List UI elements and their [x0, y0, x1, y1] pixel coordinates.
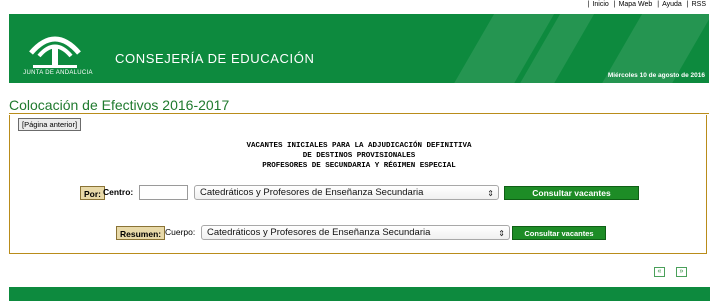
centro-label: Centro:	[103, 187, 134, 197]
cuerpo-select-resumen[interactable]: Catedráticos y Profesores de Enseñanza S…	[201, 225, 510, 240]
consultar-vacantes-summary-button[interactable]: Consultar vacantes	[512, 226, 606, 240]
site-header: JUNTA DE ANDALUCIA CONSEJERÍA DE EDUCACI…	[9, 14, 709, 83]
link-mapa-web[interactable]: Mapa Web	[619, 1, 653, 8]
cuerpo-label: Cuerpo:	[165, 227, 196, 237]
selected-value: Catedráticos y Profesores de Enseñanza S…	[200, 187, 424, 198]
previous-icon[interactable]: «	[654, 267, 665, 277]
select-arrows-icon: ⇕	[487, 189, 494, 198]
page-title: Colocación de Efectivos 2016-2017	[9, 97, 230, 113]
logo-text: JUNTA DE ANDALUCIA	[23, 70, 93, 76]
junta-logo-icon[interactable]	[25, 23, 85, 73]
selected-value: Catedráticos y Profesores de Enseñanza S…	[207, 227, 431, 238]
resumen-tag: Resumen:	[116, 226, 166, 240]
por-tag: Por:	[80, 186, 105, 200]
heading-line: VACANTES INICIALES PARA LA ADJUDICACIÓN …	[246, 142, 472, 150]
link-inicio[interactable]: Inicio	[592, 1, 608, 8]
separator: |	[686, 1, 689, 8]
link-rss[interactable]: RSS	[692, 1, 706, 8]
top-links: | Inicio | Mapa Web | Ayuda | RSS	[585, 1, 706, 8]
panel-heading: VACANTES INICIALES PARA LA ADJUDICACIÓN …	[10, 141, 708, 171]
heading-line: PROFESORES DE SECUNDARIA Y RÉGIMEN ESPEC…	[262, 162, 456, 170]
separator: |	[657, 1, 660, 8]
link-ayuda[interactable]: Ayuda	[662, 1, 682, 8]
separator: |	[587, 1, 590, 8]
title-divider	[9, 113, 709, 114]
heading-line: DE DESTINOS PROVISIONALES	[302, 152, 416, 160]
next-icon[interactable]: »	[676, 267, 687, 277]
main-panel: [Página anterior] VACANTES INICIALES PAR…	[9, 115, 707, 254]
select-arrows-icon: ⇕	[498, 229, 505, 238]
separator: |	[613, 1, 616, 8]
previous-page-button[interactable]: [Página anterior]	[18, 118, 82, 131]
consultar-vacantes-button[interactable]: Consultar vacantes	[504, 186, 639, 200]
department-title[interactable]: CONSEJERÍA DE EDUCACIÓN	[115, 51, 314, 66]
centro-input[interactable]	[139, 185, 188, 200]
cuerpo-select-por[interactable]: Catedráticos y Profesores de Enseñanza S…	[194, 185, 499, 200]
current-date: Miércoles 10 de agosto de 2016	[607, 72, 705, 79]
footer-bar	[9, 287, 710, 301]
